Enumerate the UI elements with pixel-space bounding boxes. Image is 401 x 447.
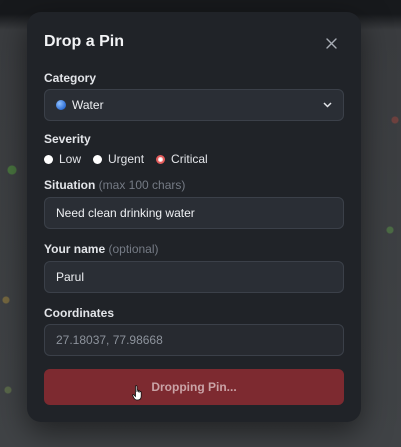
- chevron-down-icon: [323, 102, 332, 108]
- drop-pin-button-label: Dropping Pin...: [151, 380, 237, 394]
- radio-circle-selected: [156, 154, 166, 164]
- close-button[interactable]: [321, 33, 341, 53]
- radio-label: Critical: [171, 152, 208, 166]
- situation-label-text: Situation: [44, 178, 96, 192]
- severity-option-urgent[interactable]: Urgent: [93, 152, 144, 166]
- coordinates-value: 27.18037, 77.98668: [56, 333, 163, 347]
- name-value: Parul: [56, 270, 85, 284]
- name-hint: (optional): [108, 242, 159, 256]
- coordinates-field: 27.18037, 77.98668: [44, 324, 344, 356]
- drop-pin-button[interactable]: Dropping Pin...: [44, 369, 344, 405]
- situation-value: Need clean drinking water: [56, 206, 195, 220]
- situation-label: Situation (max 100 chars): [44, 178, 185, 192]
- severity-option-critical[interactable]: Critical: [156, 152, 208, 166]
- situation-hint: (max 100 chars): [98, 178, 186, 192]
- dialog-title: Drop a Pin: [44, 33, 125, 50]
- name-label: Your name (optional): [44, 242, 159, 256]
- radio-circle: [44, 154, 53, 164]
- severity-radio-group: Low Urgent Critical: [44, 152, 208, 166]
- coordinates-label: Coordinates: [44, 306, 115, 320]
- severity-label: Severity: [44, 132, 91, 146]
- name-label-text: Your name: [44, 242, 106, 256]
- radio-label: Low: [59, 152, 82, 166]
- situation-input[interactable]: Need clean drinking water: [44, 197, 344, 229]
- radio-circle: [93, 154, 103, 164]
- category-label: Category: [44, 71, 97, 85]
- drop-pin-dialog: Drop a Pin Category Water Severity Low U…: [27, 12, 361, 422]
- name-input[interactable]: Parul: [44, 261, 344, 293]
- severity-option-low[interactable]: Low: [44, 152, 81, 166]
- category-value: Water: [72, 98, 104, 112]
- hand-cursor-icon: [132, 385, 142, 401]
- globe-icon: [56, 100, 66, 110]
- close-icon: [325, 37, 337, 49]
- radio-label: Urgent: [108, 152, 145, 166]
- category-select[interactable]: Water: [44, 89, 344, 121]
